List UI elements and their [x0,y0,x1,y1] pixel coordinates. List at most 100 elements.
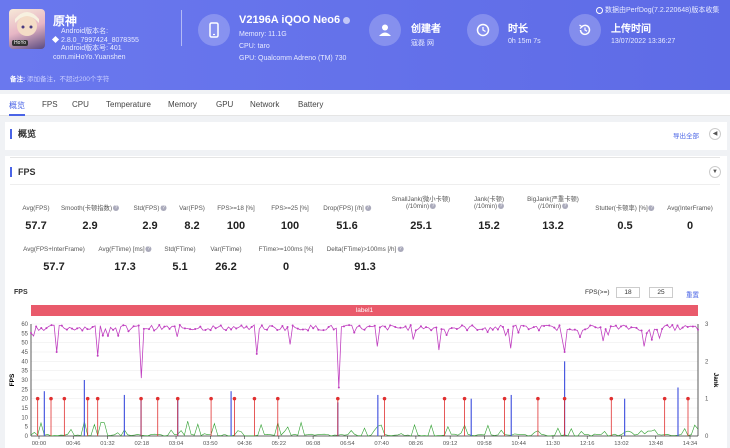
fps-point [353,331,356,334]
bigjank-marker [442,396,447,401]
reset-button[interactable]: 重置 [686,289,699,299]
fps-point [399,326,402,329]
fps-point [55,351,58,353]
fps-point [163,325,166,328]
fps-point [71,327,74,330]
y2-axis-label: Jank [712,373,719,388]
fps-point [620,325,623,328]
help-icon[interactable]: ? [648,205,655,212]
fps-point [106,334,109,337]
tab-cpu[interactable]: CPU [72,100,89,109]
fps-point [389,324,392,327]
fps-point [373,324,376,327]
device-memory: Memory: 11.1G [239,31,287,38]
tab-fps[interactable]: FPS [42,100,58,109]
fps-point [522,324,525,327]
help-icon[interactable]: ? [364,205,371,212]
stat-label: Stutter(卡顿率) [%]? [595,205,655,212]
tab-gpu[interactable]: GPU [216,100,233,109]
fps-point [496,328,499,331]
bigjank-marker [382,396,387,401]
stat-value: 0 [282,261,290,273]
help-icon[interactable]: ? [113,205,120,212]
fps-filter-label: FPS(>=) [585,289,610,296]
fps-point [35,325,38,328]
y-tick-label: 60 [21,322,28,328]
chevron-down-icon[interactable]: ▼ [709,166,721,178]
fps-point [45,327,48,330]
fps-point [414,329,417,332]
fps-point [676,324,679,327]
tab-overview[interactable]: 概览 [9,100,25,116]
y-tick-label: 50 [21,341,28,347]
help-icon[interactable]: ? [562,203,569,210]
fps-point [614,324,617,327]
help-icon[interactable]: ? [145,246,152,253]
remark-input[interactable]: 添加备注，不超过200个字符 [27,76,109,83]
stat-value: 2.9 [82,220,98,232]
fps-point [65,328,68,331]
fps-point [471,324,474,327]
stat-value: 25.1 [410,220,432,232]
x-tick-label: 11:30 [546,441,560,447]
fps-point [199,325,202,328]
fps-point [486,330,489,333]
fps-point [635,326,638,329]
x-tick-label: 10:44 [511,441,526,447]
fps-point [368,325,371,328]
stat-label: SmallJank(微小卡顿) (/10min)? [391,196,451,210]
fps-point [666,324,669,327]
fps-point [548,324,551,327]
x-tick-label: 04:36 [237,441,252,447]
app-package: com.miHoYo.Yuanshen [53,53,126,61]
collapse-overview-icon[interactable]: ◀ [709,128,721,140]
fps-point [322,329,325,332]
bigjank-marker [155,396,160,401]
y-tick-label: 30 [21,378,28,384]
help-icon[interactable]: ? [430,203,437,210]
fps-point [466,329,469,332]
bigjank-marker [139,396,143,401]
stat-value: 0 [686,220,694,232]
fps-threshold-18-input[interactable]: 18 [616,287,640,298]
help-icon[interactable]: ? [498,203,505,210]
fps-point [394,326,397,329]
fps-point [430,329,433,332]
x-tick-label: 01:32 [100,441,115,447]
android-icon [51,35,60,43]
fps-point [142,327,145,330]
version-note-text: 数据由PerfDog(7.2.220648)版本收集 [605,7,720,14]
fps-chart[interactable]: 0 5 10 15 20 25 30 35 40 45 50 55 60 0 1 2 3 FPS Jank 00:00… [0,318,730,448]
stat-value: 8.2 [184,220,200,232]
stat-label: Avg(FPS+InterFrame) [23,246,85,253]
tab-network[interactable]: Network [250,100,279,109]
label-bar[interactable]: label1 [31,305,698,316]
fps-point [553,326,556,329]
app-version-name-label: Android版本名: [61,28,109,35]
x-tick-label: 00:46 [66,441,81,447]
export-all-link[interactable]: 导出全部 [673,130,699,140]
fps-point [594,326,597,329]
fps-threshold-25-input[interactable]: 25 [649,287,673,298]
info-icon[interactable] [343,16,351,24]
fps-point [568,328,571,331]
fps-point [240,324,243,327]
stat-label: Std(FPS)? [133,205,167,212]
help-icon[interactable]: ? [397,246,404,253]
fps-point [204,329,207,332]
tab-memory[interactable]: Memory [168,100,197,109]
clock-icon [467,14,499,46]
fps-point [537,329,540,332]
fps-point [589,324,592,327]
tab-battery[interactable]: Battery [298,100,323,109]
fps-point [327,325,330,328]
remark-bar[interactable]: 备注: 添加备注，不超过200个字符 [0,72,730,90]
help-icon[interactable]: ? [160,205,167,212]
chart-title: FPS [14,289,28,296]
app-version-name: 2.8.0_7997424_8078355 [51,35,139,46]
fps-point [435,326,438,329]
tab-temperature[interactable]: Temperature [106,100,151,109]
fps-point [178,323,181,326]
fps-point [281,324,284,327]
y2-tick-label: 0 [705,434,709,440]
